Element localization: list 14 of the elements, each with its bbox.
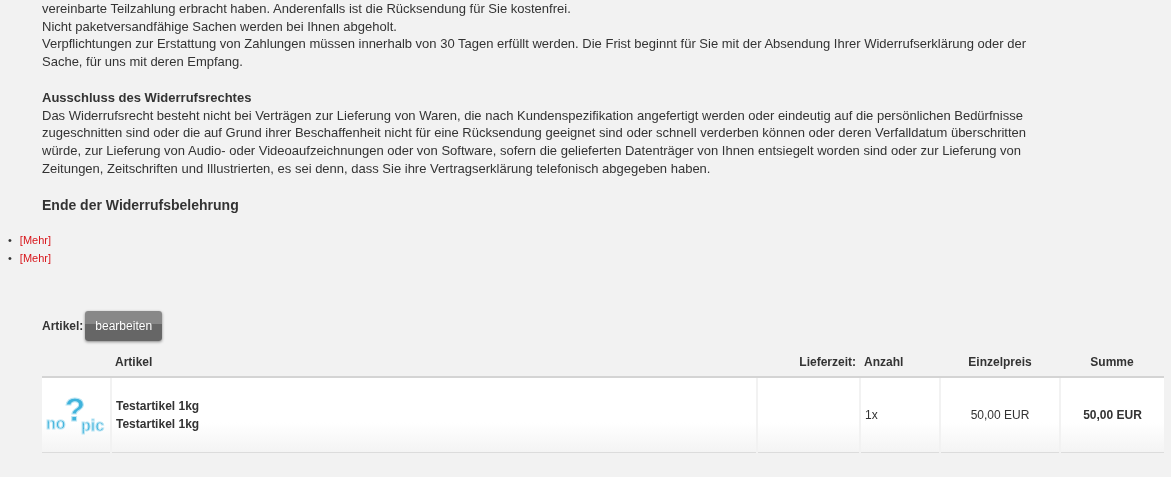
more-link[interactable]: [Mehr]: [19, 231, 52, 250]
bullet: •: [8, 233, 12, 249]
edit-button[interactable]: bearbeiten: [85, 311, 163, 342]
product-name: Testartikel 1kg Testartikel 1kg: [111, 377, 757, 453]
paragraph: vereinbarte Teilzahlung erbracht haben. Anderenfalls ist die Rücksendung für Sie kostenfrei. Nicht paketversandfähige Sachen werden bei Ihnen abgeholt. Verpflichtungen zur Erstattung von Zahlungen müssen innerhalb von 30 Tagen erfüllt werden. Die Frist beginnt für Sie mit der Absendung Ihrer Widerrufserklärung oder der Sache, für uns mit deren Empfang.: [42, 0, 1027, 71]
paragraph: Das Widerrufsrecht besteht nicht bei Verträgen zur Lieferung von Waren, die nach Kundenspezifikation angefertigt werden oder eindeutig auf die persönlichen Bedürfnisse zugeschnitten sind oder die auf Grund ihrer Beschaffenheit nicht für eine Rücksendung geeignet sind oder schnell verderben können oder deren Verfalldatum überschritten würde, zur Lieferung von Audio- oder Videoaufzeichnungen oder von Software, sofern die gelieferten Datenträger von Ihnen entsiegelt worden sind oder zur Lieferung von Zeitungen, Zeitschriften und Illustrierten, es sei denn, dass Sie ihre Vertragserklärung telefonisch abgegeben haben.: [42, 106, 1028, 178]
total-cell: 50,00 EUR: [1060, 377, 1164, 453]
quantity-cell: 1x: [860, 377, 940, 453]
bullet: •: [8, 251, 12, 267]
unit-price-cell: 50,00 EUR: [940, 377, 1060, 453]
more-link[interactable]: [Mehr]: [19, 249, 52, 268]
section-heading: Ausschluss des Widerrufsrechtes: [42, 88, 253, 107]
section-heading: Ende der Widerrufsbelehrung: [42, 197, 240, 216]
cart-label: Artikel:: [42, 319, 84, 334]
